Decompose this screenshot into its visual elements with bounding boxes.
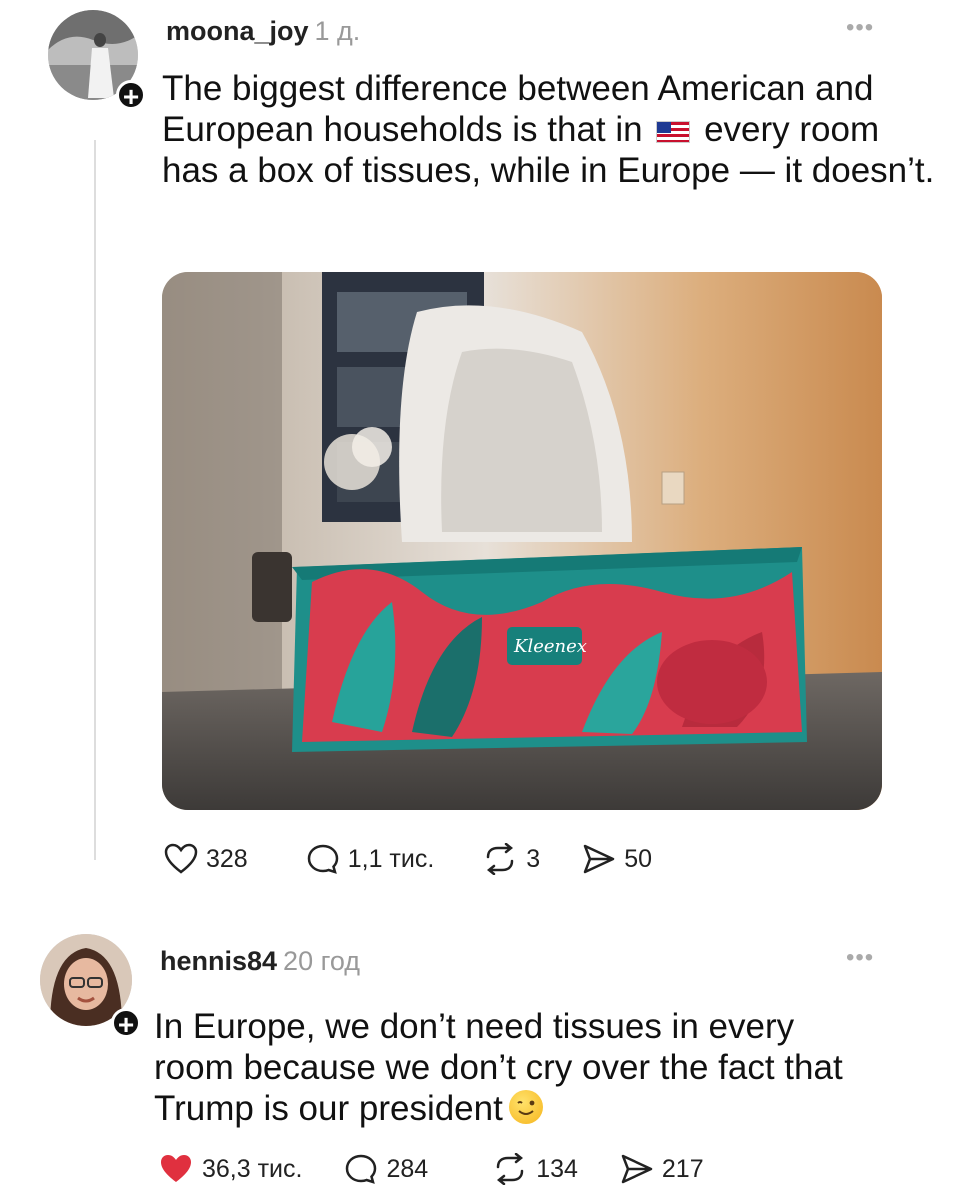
reply-share-count: 217 bbox=[661, 1154, 704, 1183]
share-button[interactable]: 50 bbox=[582, 843, 652, 875]
post-author[interactable]: moona_joy 1 д. bbox=[166, 16, 360, 47]
tissue-box-photo: Kleenex bbox=[162, 272, 882, 810]
post-text: The biggest difference between American … bbox=[162, 68, 942, 191]
post-image[interactable]: Kleenex bbox=[162, 272, 882, 810]
heart-filled-icon bbox=[161, 1155, 191, 1182]
send-icon bbox=[583, 844, 615, 874]
more-icon[interactable]: ••• bbox=[846, 14, 874, 42]
us-flag-emoji bbox=[656, 121, 691, 143]
reply-like-button[interactable]: 36,3 тис. bbox=[158, 1153, 302, 1185]
reply-text-content: In Europe, we don’t need tissues in ever… bbox=[154, 1007, 843, 1128]
reply-share-button[interactable]: 217 bbox=[620, 1153, 704, 1185]
reply-text: In Europe, we don’t need tissues in ever… bbox=[154, 1006, 854, 1129]
reply-more-icon[interactable]: ••• bbox=[846, 944, 874, 972]
repost-count: 3 bbox=[526, 844, 541, 873]
send-icon bbox=[621, 1154, 653, 1184]
reply-username[interactable]: hennis84 bbox=[160, 946, 277, 976]
like-count: 328 bbox=[206, 844, 248, 873]
username[interactable]: moona_joy bbox=[166, 16, 309, 46]
follow-plus-icon[interactable]: + bbox=[116, 80, 146, 111]
reply-time: 20 год bbox=[283, 946, 361, 976]
reply-comment-button[interactable]: 284 bbox=[344, 1153, 428, 1185]
reply-author[interactable]: hennis84 20 год bbox=[160, 946, 360, 977]
repost-button[interactable]: 3 bbox=[482, 843, 540, 875]
repost-icon bbox=[487, 843, 514, 875]
post-actions: 328 1,1 тис. 3 50 bbox=[164, 843, 694, 875]
like-button[interactable]: 328 bbox=[164, 843, 248, 875]
comment-icon bbox=[307, 844, 338, 874]
share-count: 50 bbox=[624, 844, 652, 873]
kleenex-logo: Kleenex bbox=[513, 636, 587, 657]
thread-line bbox=[94, 140, 96, 860]
heart-icon bbox=[164, 843, 198, 874]
comment-icon bbox=[346, 1154, 377, 1184]
reply-repost-count: 134 bbox=[536, 1154, 578, 1183]
comment-count: 1,1 тис. bbox=[347, 844, 435, 873]
follow-plus-icon[interactable]: + bbox=[111, 1008, 141, 1039]
reply-repost-button[interactable]: 134 bbox=[492, 1153, 578, 1185]
reply-actions: 36,3 тис. 284 134 217 bbox=[158, 1153, 746, 1185]
winking-face-emoji bbox=[508, 1090, 543, 1124]
repost-icon bbox=[496, 1153, 524, 1185]
post-time: 1 д. bbox=[314, 16, 361, 46]
reply-comment-count: 284 bbox=[386, 1154, 429, 1183]
reply-like-count: 36,3 тис. bbox=[202, 1154, 303, 1183]
comment-button[interactable]: 1,1 тис. bbox=[306, 843, 435, 875]
